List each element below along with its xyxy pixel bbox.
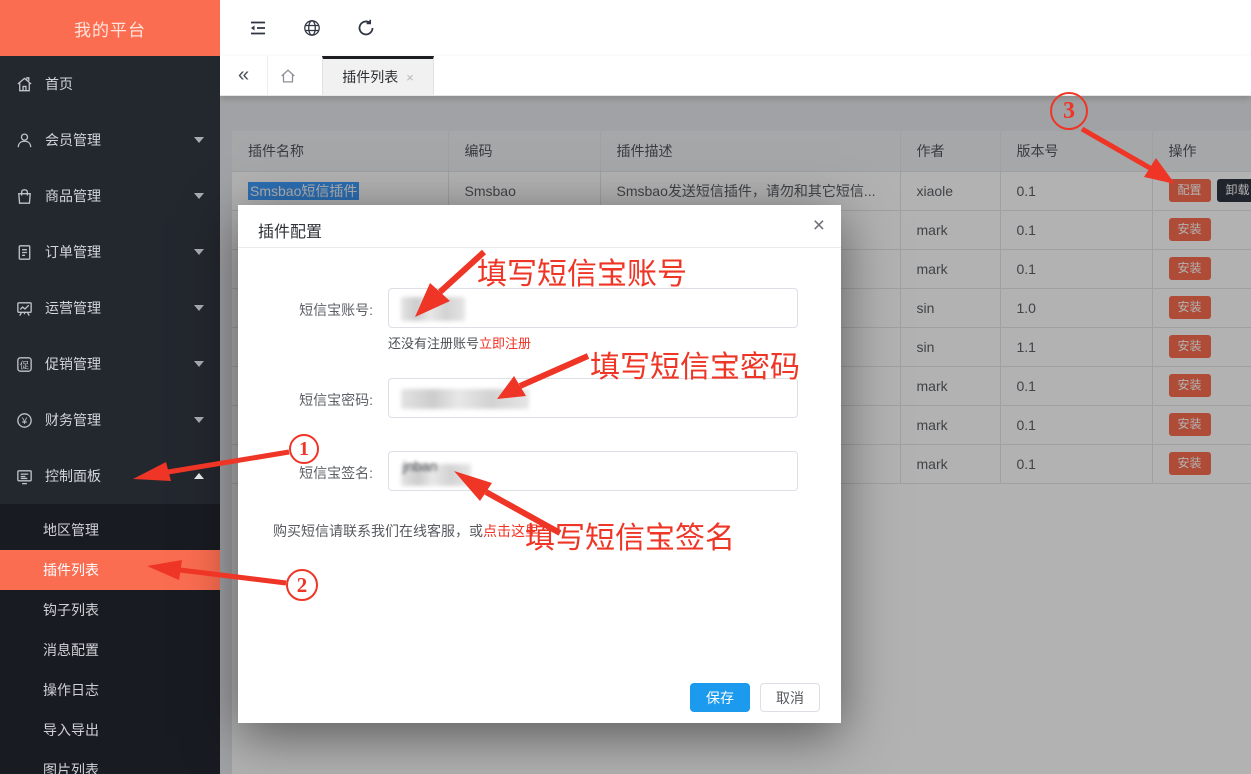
sidebar-item-import-export[interactable]: 导入导出 [0, 710, 220, 750]
svg-text:¥: ¥ [21, 415, 28, 426]
register-helper: 还没有注册账号立即注册 [388, 333, 531, 352]
sidebar-item-label: 促销管理 [45, 354, 194, 374]
tab-bar: « 插件列表 × [220, 56, 1251, 96]
promotion-icon: 促 [15, 355, 34, 374]
sidebar-item-orders[interactable]: 订单管理 [0, 224, 220, 280]
sidebar-item-members[interactable]: 会员管理 [0, 112, 220, 168]
dialog-close-icon[interactable]: × [813, 214, 825, 238]
sidebar-item-label: 会员管理 [45, 130, 194, 150]
sidebar-item-image-list[interactable]: 图片列表 [0, 750, 220, 774]
buy-sms-footnote: 购买短信请联系我们在线客服，或点击这里 [273, 521, 539, 541]
footnote-text: 购买短信请联系我们在线客服，或 [273, 523, 483, 539]
sidebar-item-finance[interactable]: ¥ 财务管理 [0, 392, 220, 448]
cancel-button[interactable]: 取消 [760, 683, 820, 712]
tab-plugin-list[interactable]: 插件列表 × [322, 56, 434, 95]
sidebar-item-operation[interactable]: 运营管理 [0, 280, 220, 336]
collapse-icon[interactable] [248, 18, 268, 38]
home-icon [279, 67, 297, 85]
page: 我的平台 首页 会员管理 商品管理 订单管理 运营管理 促 促销管理 [0, 0, 1251, 774]
sidebar-item-region[interactable]: 地区管理 [0, 510, 220, 550]
finance-icon: ¥ [15, 411, 34, 430]
operation-icon [15, 299, 34, 318]
sidebar-item-label: 商品管理 [45, 186, 194, 206]
sidebar-item-label: 控制面板 [45, 466, 194, 486]
sidebar-item-home[interactable]: 首页 [0, 56, 220, 112]
app-title: 我的平台 [0, 0, 220, 56]
order-icon [15, 243, 34, 262]
smsbao-signature-input[interactable]: jnban [388, 451, 798, 491]
chevron-up-icon [194, 473, 204, 479]
masked-account-value [401, 297, 465, 321]
globe-icon[interactable] [302, 18, 322, 38]
divider [238, 247, 841, 248]
chevron-down-icon [194, 193, 204, 199]
top-toolbar [220, 0, 1251, 56]
goods-icon [15, 187, 34, 206]
sidebar-item-label: 运营管理 [45, 298, 194, 318]
sidebar-item-goods[interactable]: 商品管理 [0, 168, 220, 224]
chevron-down-icon [194, 361, 204, 367]
chevron-down-icon [194, 417, 204, 423]
signature-label: 短信宝签名: [238, 463, 373, 483]
save-button[interactable]: 保存 [690, 683, 750, 712]
chevron-down-icon [194, 249, 204, 255]
tabs-collapse-button[interactable]: « [220, 56, 268, 95]
chevron-down-icon [194, 137, 204, 143]
masked-signature-text: jnban [403, 458, 437, 474]
tab-label: 插件列表 [342, 67, 398, 87]
sidebar-item-label: 首页 [45, 74, 204, 94]
sidebar-item-plugin-list[interactable]: 插件列表 [0, 550, 220, 590]
tab-close-icon[interactable]: × [406, 70, 414, 85]
home-icon [15, 75, 34, 94]
smsbao-account-input[interactable] [388, 288, 798, 328]
sidebar-item-promotion[interactable]: 促 促销管理 [0, 336, 220, 392]
sidebar-item-label: 订单管理 [45, 242, 194, 262]
masked-password-value [401, 389, 529, 409]
member-icon [15, 131, 34, 150]
control-panel-icon [15, 467, 34, 486]
svg-text:促: 促 [20, 359, 29, 370]
plugin-config-dialog: 插件配置 × 短信宝账号: 还没有注册账号立即注册 短信宝密码: 短信宝签名: … [238, 205, 841, 723]
tab-home-button[interactable] [268, 56, 308, 95]
dialog-title: 插件配置 [258, 218, 322, 242]
chevron-down-icon [194, 305, 204, 311]
control-panel-submenu: 地区管理 插件列表 钩子列表 消息配置 操作日志 导入导出 图片列表 [0, 504, 220, 774]
sidebar-item-label: 财务管理 [45, 410, 194, 430]
sidebar-item-operation-log[interactable]: 操作日志 [0, 670, 220, 710]
register-now-link[interactable]: 立即注册 [479, 336, 531, 351]
click-here-link[interactable]: 点击这里 [483, 523, 539, 539]
account-label: 短信宝账号: [238, 300, 373, 320]
sidebar: 我的平台 首页 会员管理 商品管理 订单管理 运营管理 促 促销管理 [0, 0, 220, 774]
sidebar-item-control-panel[interactable]: 控制面板 [0, 448, 220, 504]
refresh-icon[interactable] [356, 18, 376, 38]
password-label: 短信宝密码: [238, 390, 373, 410]
smsbao-password-input[interactable] [388, 378, 798, 418]
sidebar-item-message-config[interactable]: 消息配置 [0, 630, 220, 670]
sidebar-item-hook-list[interactable]: 钩子列表 [0, 590, 220, 630]
helper-text: 还没有注册账号 [388, 336, 479, 351]
